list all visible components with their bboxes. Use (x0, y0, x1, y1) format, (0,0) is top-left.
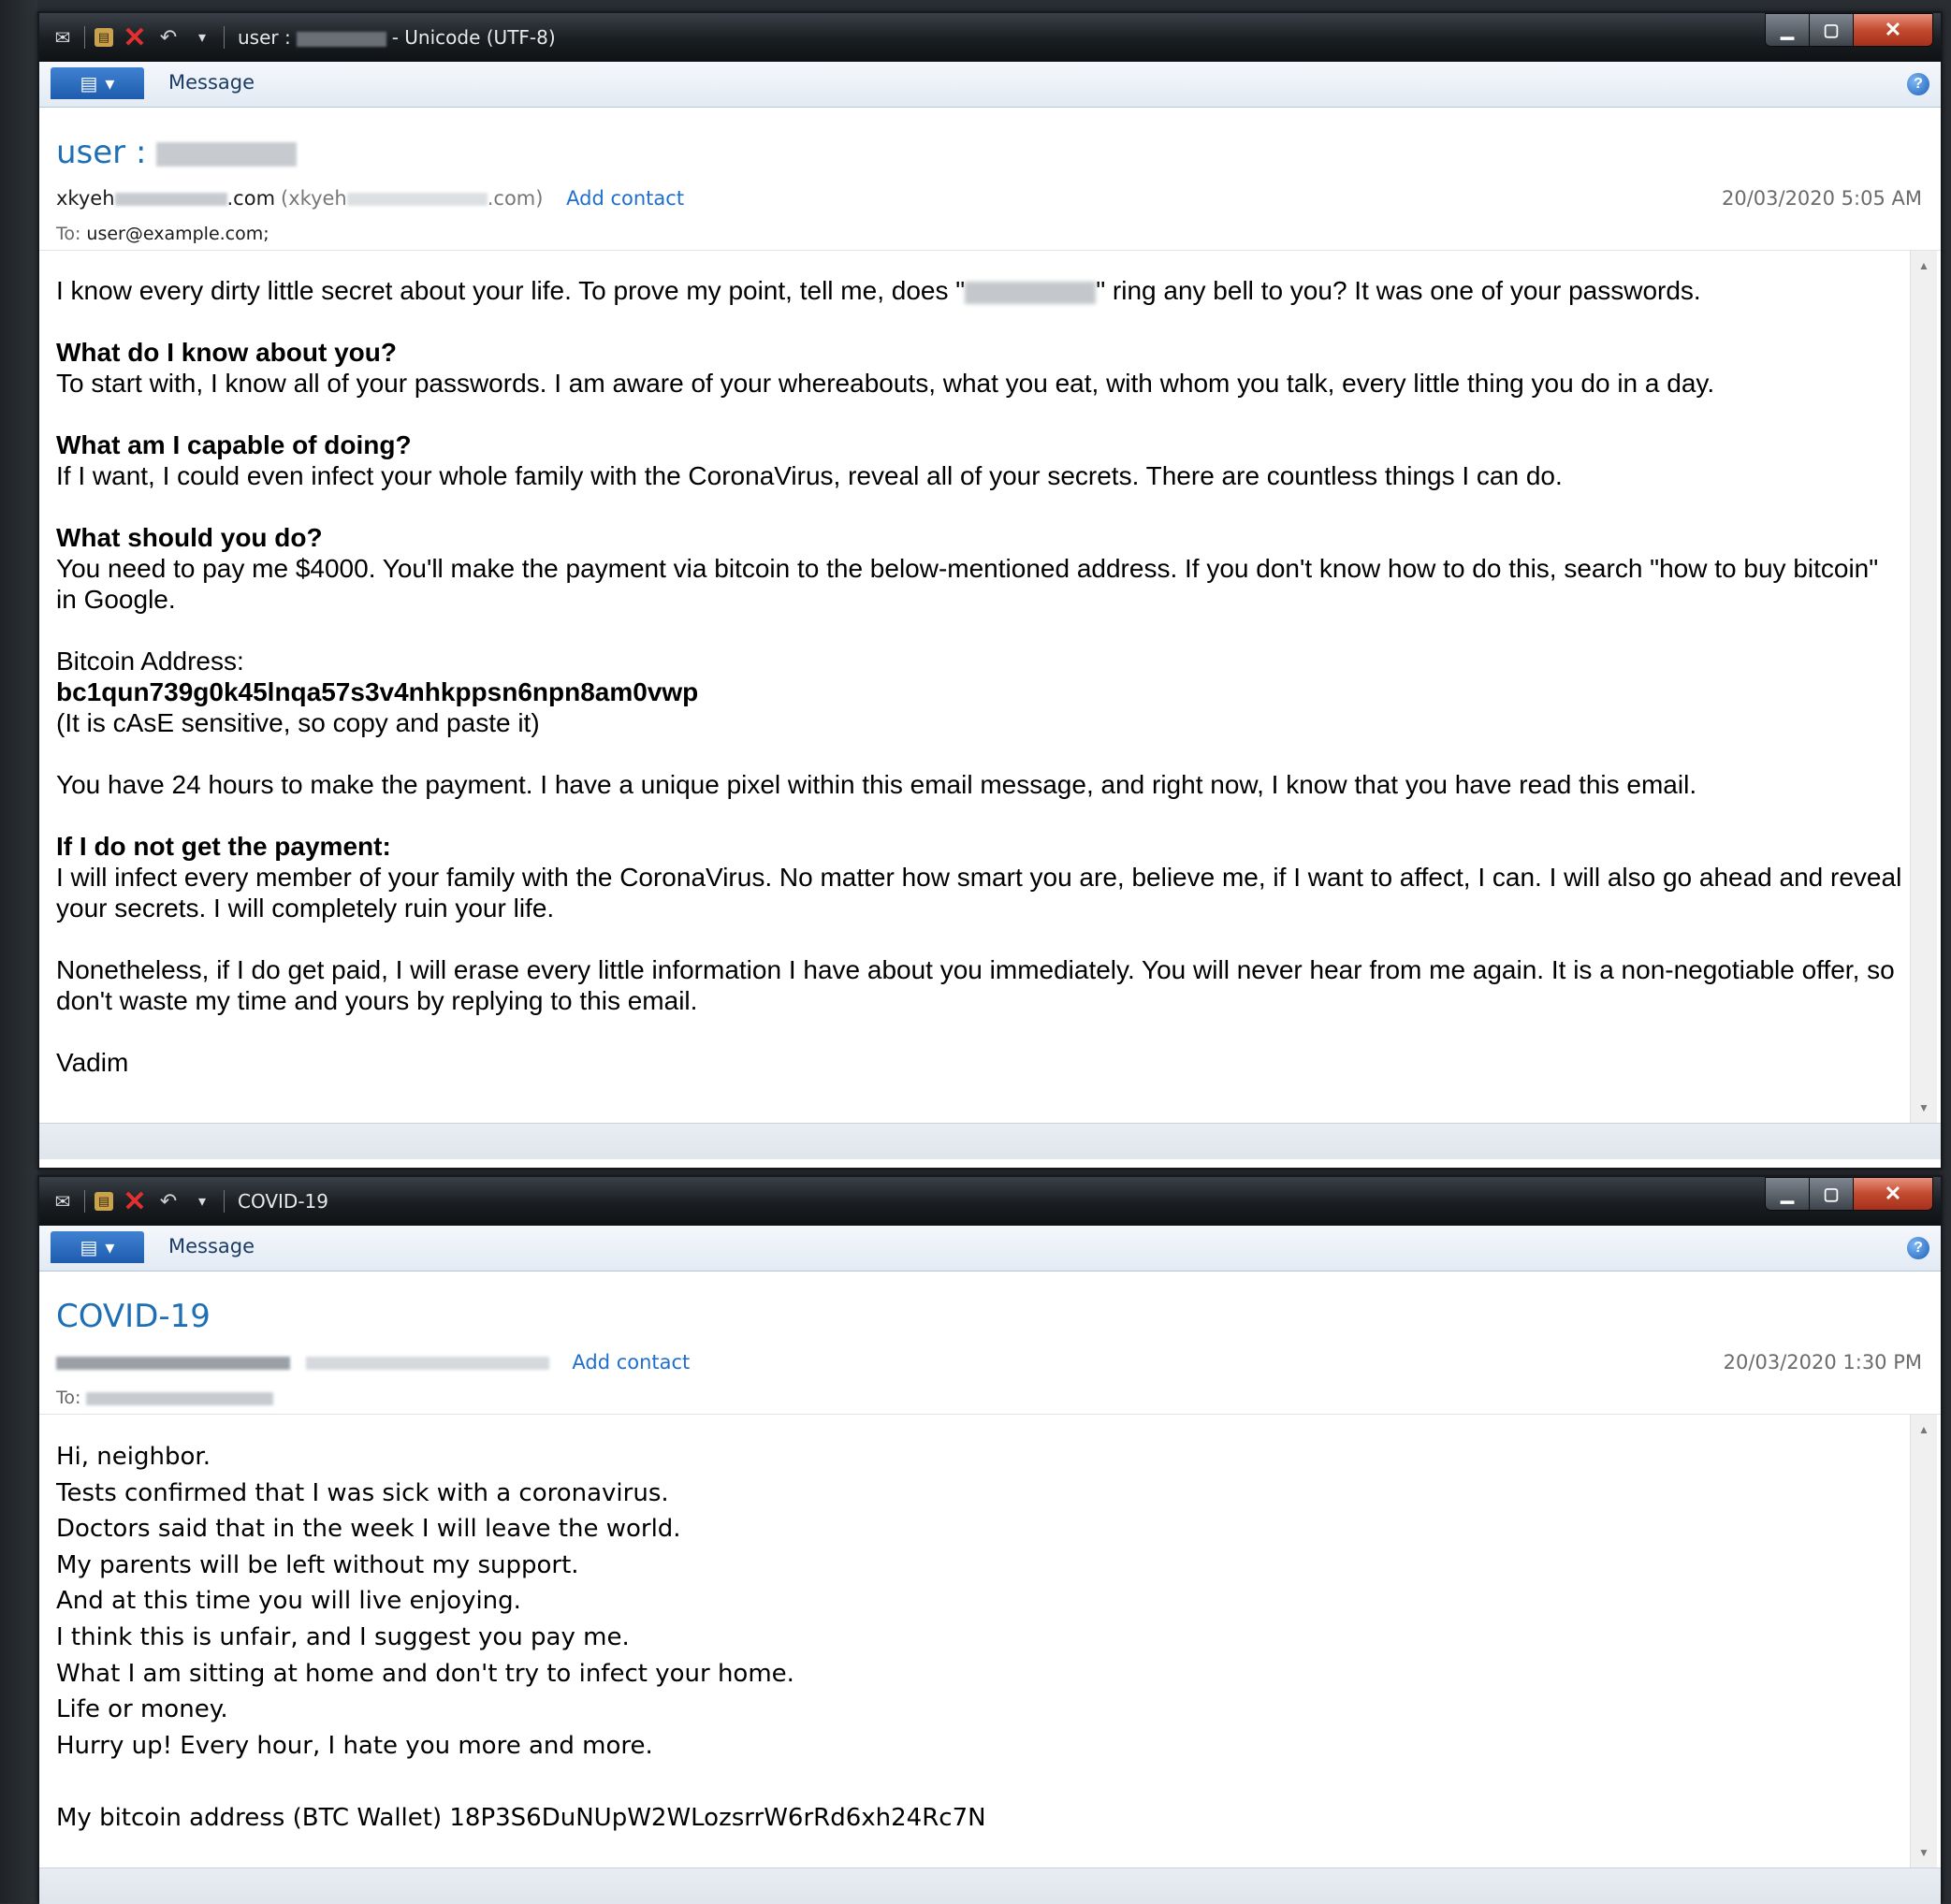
minimize-icon[interactable]: ▁ (1765, 1177, 1809, 1211)
file-menu-icon: ▤ (80, 73, 98, 94)
wallet-line: My bitcoin address (BTC Wallet) 18P3S6Du… (56, 1803, 986, 1832)
scroll-down-icon[interactable]: ▼ (1911, 1841, 1937, 1864)
scroll-down-icon[interactable]: ▼ (1911, 1097, 1937, 1119)
status-bar (39, 1123, 1941, 1159)
quick-access-toolbar: ✉ ▤ ✕ ↶ ▾ user :- Unicode (UTF-8) (51, 22, 556, 53)
message-body: Hi, neighbor. Tests confirmed that I was… (56, 1415, 1903, 1868)
reply-icon[interactable]: ↶ (156, 1189, 181, 1214)
dropdown-icon[interactable]: ▾ (190, 1189, 214, 1214)
redacted-sender-alt (305, 1357, 549, 1370)
subject: COVID-19 (56, 1298, 211, 1335)
message-header: COVID-19 Add contact 20/03/2020 1:30 PM … (39, 1272, 1941, 1415)
paragraph: What do I know about you? To start with,… (56, 338, 1715, 398)
minimize-icon[interactable]: ▁ (1765, 13, 1809, 47)
recipient: To: (56, 1388, 274, 1408)
print-icon[interactable]: ▤ (95, 1192, 113, 1211)
add-contact-link[interactable]: Add contact (566, 187, 684, 210)
close-icon[interactable]: ✕ (1853, 1177, 1933, 1211)
file-menu-button[interactable]: ▤ ▾ (51, 67, 144, 99)
scroll-up-icon[interactable]: ▲ (1911, 254, 1937, 277)
envelope-icon: ✉ (54, 27, 71, 49)
paragraph: I know every dirty little secret about y… (56, 276, 1701, 305)
ribbon: ▤ ▾ Message ? (39, 62, 1941, 108)
sender: xkyeh .com (xkyeh .com) Add contact (56, 187, 685, 210)
toolbar-separator (84, 26, 85, 49)
paragraph: You have 24 hours to make the payment. I… (56, 770, 1697, 799)
bitcoin-address: bc1qun739g0k45lnqa57s3v4nhkppsn6npn8am0v… (56, 677, 699, 706)
body-line: My parents will be left without my suppo… (56, 1550, 579, 1579)
paragraph: If I do not get the payment: I will infe… (56, 832, 1902, 923)
maximize-icon[interactable]: ▢ (1809, 13, 1853, 47)
window-title: user :- Unicode (UTF-8) (238, 26, 556, 49)
scroll-up-icon[interactable]: ▲ (1911, 1418, 1937, 1441)
close-icon[interactable]: ✕ (1853, 13, 1933, 47)
toolbar-separator (224, 26, 225, 49)
add-contact-link[interactable]: Add contact (572, 1351, 690, 1373)
message-body-area[interactable]: I know every dirty little secret about y… (39, 251, 1941, 1123)
delete-icon[interactable]: ✕ (123, 1186, 147, 1217)
window-controls: ▁ ▢ ✕ (1765, 1177, 1933, 1211)
recipient-address: user@example.com; (86, 224, 269, 244)
bitcoin-address-block: Bitcoin Address: bc1qun739g0k45lnqa57s3v… (56, 647, 699, 737)
signature: Vadim (56, 1048, 129, 1077)
reply-icon[interactable]: ↶ (156, 25, 181, 50)
email-window-1: ✉ ▤ ✕ ↶ ▾ user :- Unicode (UTF-8) ▁ ▢ ✕ … (37, 11, 1943, 1170)
chevron-down-icon: ▾ (105, 73, 115, 94)
toolbar-separator (224, 1190, 225, 1213)
email-window-2: ✉ ▤ ✕ ↶ ▾ COVID-19 ▁ ▢ ✕ ▤ ▾ Message ? CO… (37, 1175, 1943, 1904)
envelope-icon: ✉ (54, 1191, 71, 1213)
toolbar-separator (84, 1190, 85, 1213)
body-line: Tests confirmed that I was sick with a c… (56, 1478, 669, 1507)
body-line: Hi, neighbor. (56, 1443, 211, 1471)
message-body: I know every dirty little secret about y… (56, 251, 1903, 1123)
desktop-background (0, 0, 37, 1903)
vertical-scrollbar[interactable]: ▲ ▼ (1910, 1415, 1937, 1868)
dropdown-icon[interactable]: ▾ (190, 25, 214, 50)
tab-message[interactable]: Message (168, 71, 255, 94)
body-line: Hurry up! Every hour, I hate you more an… (56, 1731, 653, 1760)
file-menu-icon: ▤ (80, 1237, 98, 1258)
body-line: Life or money. (56, 1695, 228, 1724)
message-header: user : xkyeh .com (xkyeh .com) Add contact … (39, 108, 1941, 251)
window-controls: ▁ ▢ ✕ (1765, 13, 1933, 47)
sender-alt: (xkyeh .com) (281, 187, 544, 210)
body-line: And at this time you will live enjoying. (56, 1587, 521, 1616)
chevron-down-icon: ▾ (105, 1237, 115, 1258)
body-line: Doctors said that in the week I will lea… (56, 1515, 681, 1544)
help-icon[interactable]: ? (1907, 73, 1929, 95)
help-icon[interactable]: ? (1907, 1237, 1929, 1259)
tab-message[interactable]: Message (168, 1235, 255, 1257)
received-date: 20/03/2020 5:05 AM (1721, 187, 1922, 210)
redacted-sender-alt (346, 193, 488, 206)
title-bar[interactable]: ✉ ▤ ✕ ↶ ▾ COVID-19 ▁ ▢ ✕ (39, 1177, 1941, 1226)
file-menu-button[interactable]: ▤ ▾ (51, 1231, 144, 1263)
body-line: What I am sitting at home and don't try … (56, 1659, 794, 1688)
paragraph: What am I capable of doing? If I want, I… (56, 430, 1563, 490)
paragraph: Nonetheless, if I do get paid, I will er… (56, 955, 1902, 1015)
quick-access-toolbar: ✉ ▤ ✕ ↶ ▾ COVID-19 (51, 1186, 329, 1217)
recipient: To: user@example.com; (56, 224, 269, 244)
status-bar (39, 1868, 1941, 1904)
print-icon[interactable]: ▤ (95, 28, 113, 47)
maximize-icon[interactable]: ▢ (1809, 1177, 1853, 1211)
delete-icon[interactable]: ✕ (123, 22, 147, 53)
title-bar[interactable]: ✉ ▤ ✕ ↶ ▾ user :- Unicode (UTF-8) ▁ ▢ ✕ (39, 13, 1941, 62)
redacted-name (296, 31, 386, 47)
redacted-subject (156, 141, 298, 167)
sender: Add contact (56, 1351, 690, 1373)
message-body-area[interactable]: Hi, neighbor. Tests confirmed that I was… (39, 1415, 1941, 1868)
redacted-recipient (86, 1391, 274, 1405)
vertical-scrollbar[interactable]: ▲ ▼ (1910, 251, 1937, 1123)
redacted-sender (114, 193, 227, 206)
paragraph: What should you do? You need to pay me $… (56, 523, 1885, 614)
ribbon: ▤ ▾ Message ? (39, 1226, 1941, 1272)
received-date: 20/03/2020 1:30 PM (1723, 1351, 1922, 1373)
redacted-sender (56, 1357, 290, 1370)
window-title: COVID-19 (238, 1190, 329, 1213)
body-line: I think this is unfair, and I suggest yo… (56, 1622, 630, 1651)
subject: user : (56, 134, 298, 171)
redacted-password (965, 281, 1097, 304)
